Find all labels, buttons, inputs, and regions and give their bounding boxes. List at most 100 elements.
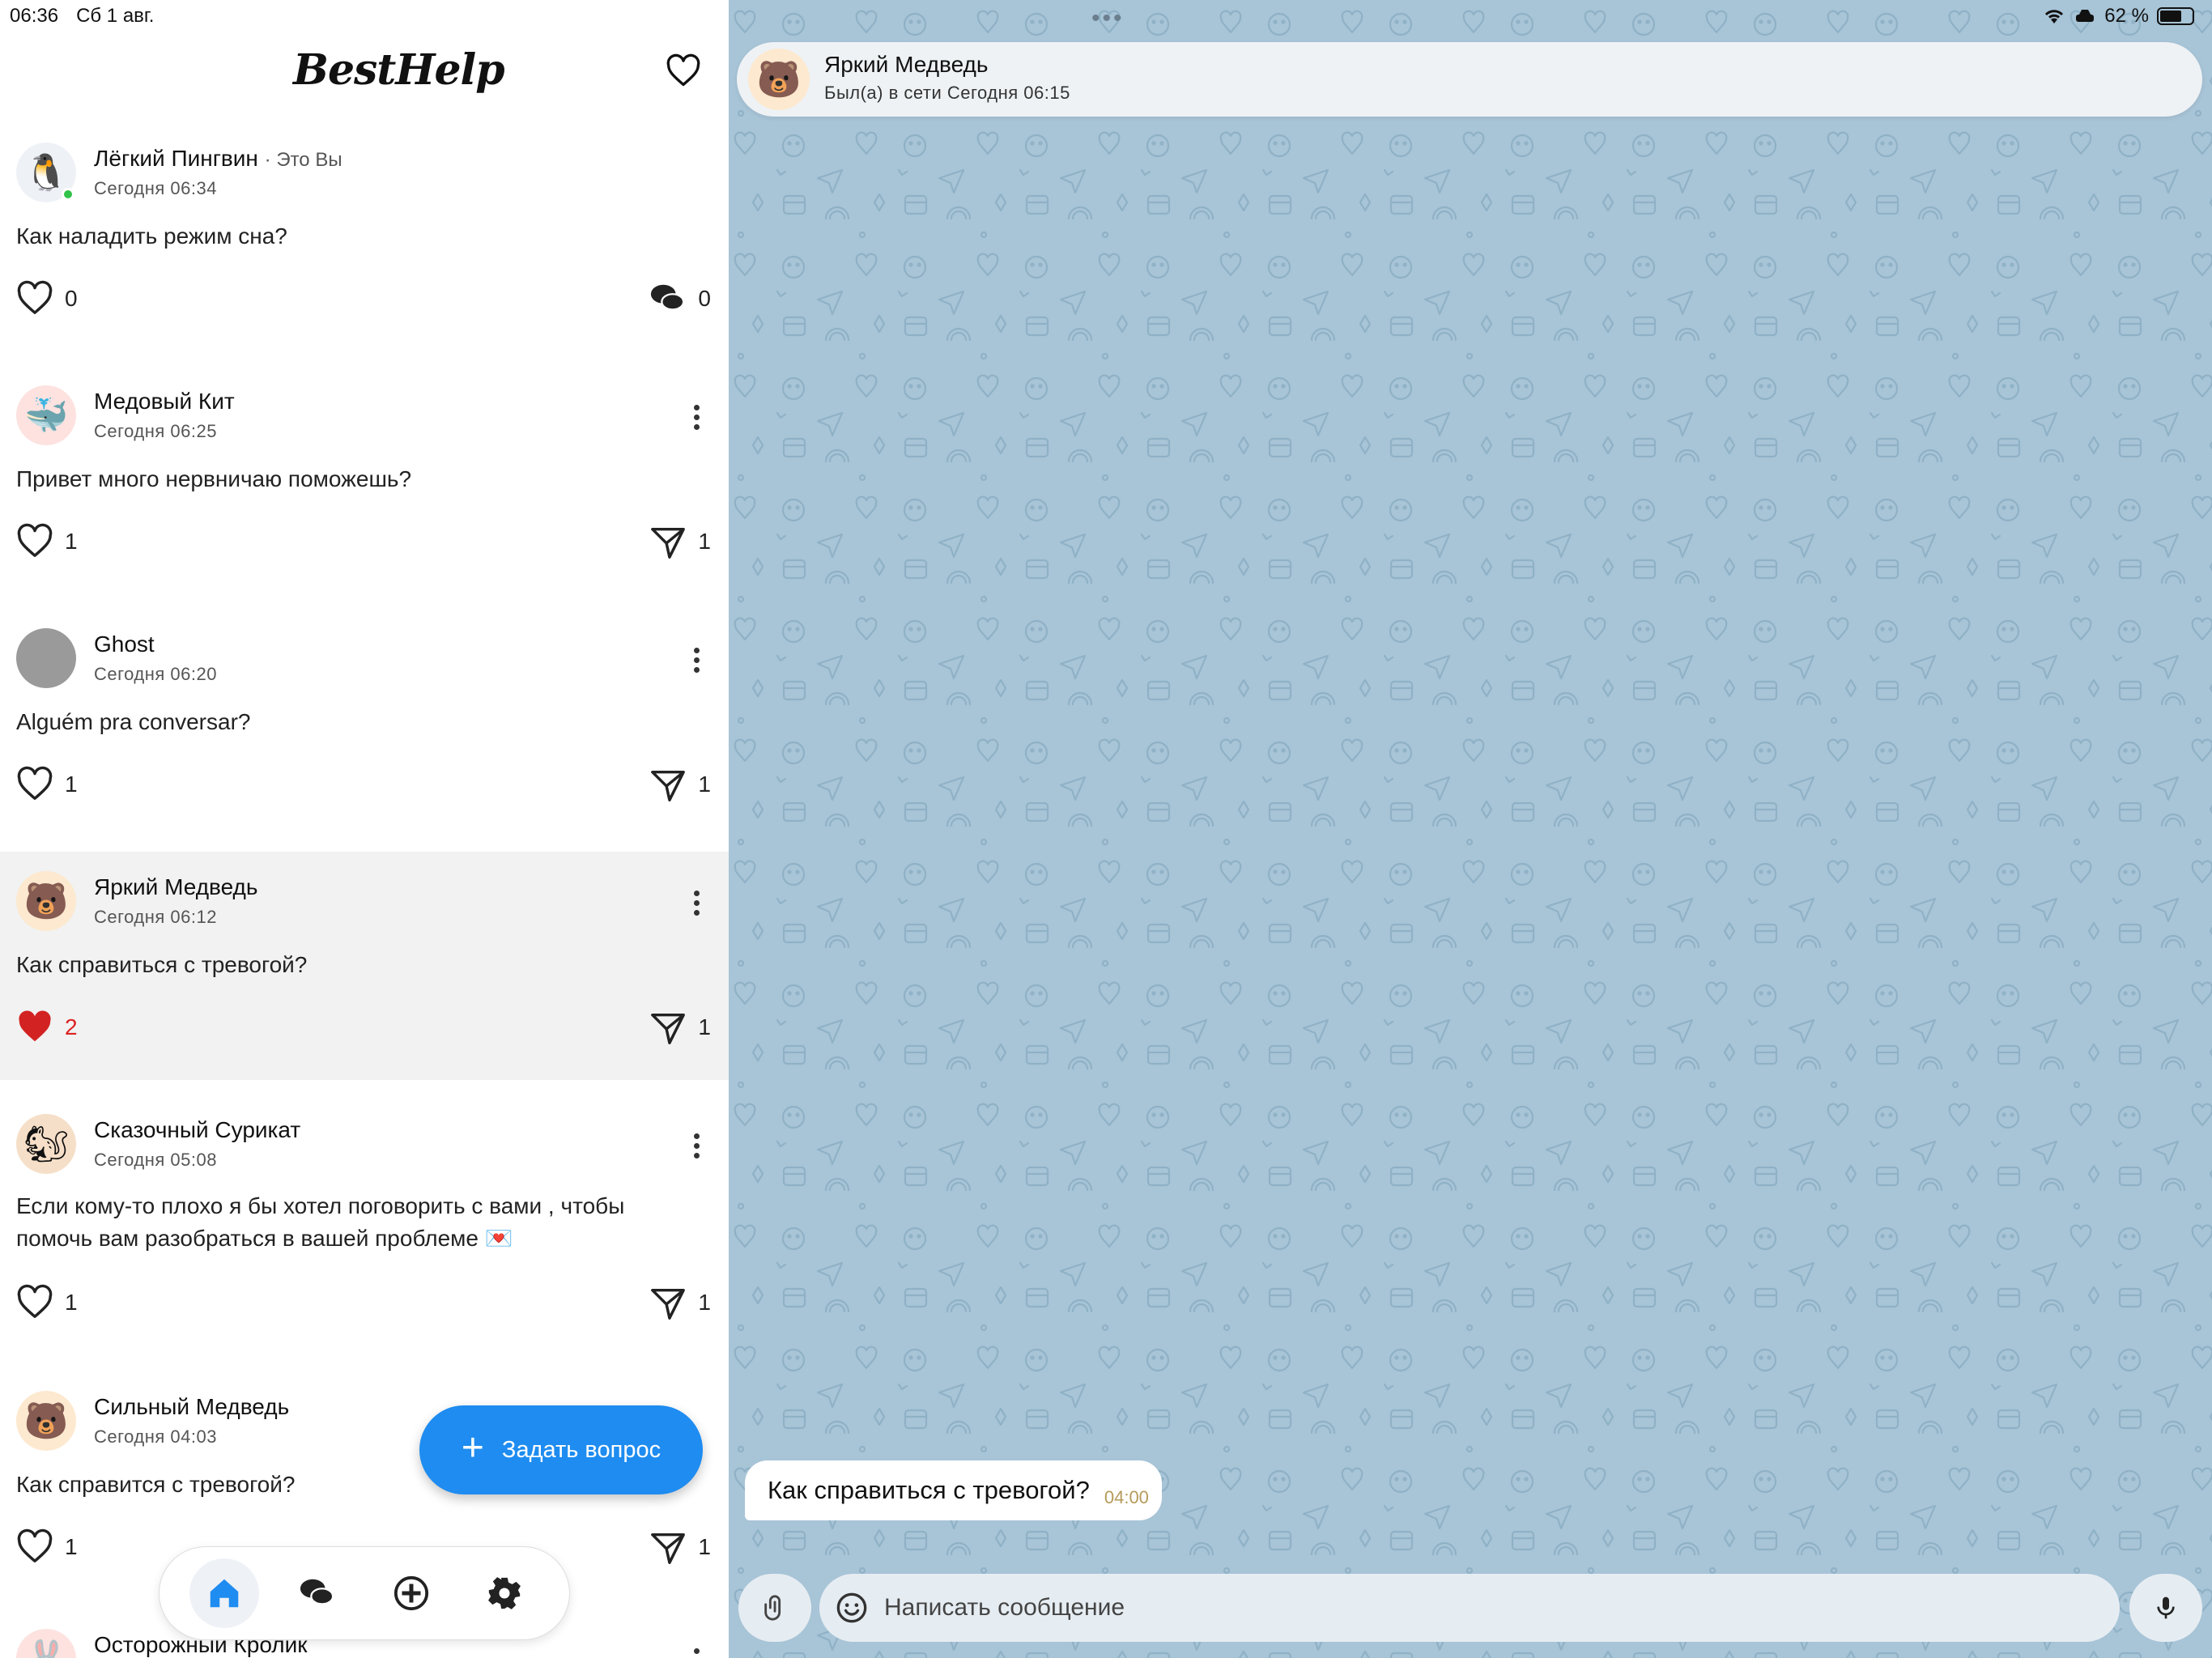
share-count: 1 bbox=[698, 772, 711, 797]
post-time: Сегодня 06:34 bbox=[94, 178, 217, 198]
emoji-icon[interactable] bbox=[836, 1592, 868, 1624]
gear-icon bbox=[488, 1577, 521, 1609]
app-logo: BestHelp bbox=[293, 45, 505, 95]
chat-avatar[interactable]: 🐻 bbox=[748, 49, 810, 110]
post-time: Сегодня 04:03 bbox=[94, 1426, 217, 1447]
paper-plane-icon bbox=[651, 1288, 686, 1320]
post-text: Как наладить режим сна? bbox=[16, 223, 287, 249]
post-text: Alguém pra conversar? bbox=[16, 709, 251, 734]
battery-percent: 62 % bbox=[2104, 5, 2149, 27]
favorites-heart-icon[interactable] bbox=[666, 53, 701, 89]
post-time: Сегодня 06:20 bbox=[94, 664, 217, 684]
more-menu-icon[interactable] bbox=[691, 405, 701, 430]
chat-header[interactable]: 🐻 Яркий Медведь Был(а) в сети Сегодня 06… bbox=[737, 42, 2202, 117]
like-count: 1 bbox=[65, 772, 78, 797]
avatar: 🐳 bbox=[16, 385, 76, 445]
paper-plane-icon bbox=[651, 1013, 686, 1044]
attach-button[interactable] bbox=[738, 1574, 811, 1642]
add-circle-icon bbox=[393, 1575, 428, 1611]
paperclip-icon bbox=[764, 1595, 781, 1621]
battery-icon bbox=[2157, 7, 2194, 25]
heart-icon bbox=[17, 1528, 53, 1562]
status-bar-right: 62 % bbox=[2043, 5, 2194, 28]
wifi-icon bbox=[2045, 10, 2064, 23]
post-text: Привет много нервничаю поможешь? bbox=[16, 466, 412, 491]
post-text: Если кому-то плохо я бы хотел поговорить… bbox=[16, 1193, 625, 1251]
avatar: 🐰 bbox=[16, 1629, 76, 1658]
like-count: 1 bbox=[65, 1534, 78, 1559]
paper-plane-icon bbox=[651, 527, 686, 559]
own-badge: · Это Вы bbox=[264, 149, 342, 171]
post-card[interactable]: 🐿 Сказочный Сурикат Сегодня 05:08 Если к… bbox=[0, 1093, 729, 1360]
chat-bubbles-icon bbox=[651, 284, 685, 311]
post-time: Сегодня 05:08 bbox=[94, 1150, 217, 1170]
like-button[interactable]: 2 bbox=[16, 1009, 78, 1046]
heart-icon bbox=[17, 766, 53, 800]
share-count: 1 bbox=[698, 1534, 711, 1559]
post-author: Яркий Медведь bbox=[94, 874, 258, 899]
send-reply-button[interactable]: 1 bbox=[649, 1009, 711, 1046]
chat-contact-status: Был(а) в сети Сегодня 06:15 bbox=[824, 83, 1070, 103]
message-bubble[interactable]: Как справиться с тревогой? 04:00 bbox=[745, 1460, 1162, 1520]
post-author: Сказочный Сурикат bbox=[94, 1117, 301, 1142]
post-author: Медовый Кит bbox=[94, 389, 235, 414]
replies-button[interactable]: 0 bbox=[649, 280, 711, 317]
like-count: 0 bbox=[65, 286, 78, 311]
message-field[interactable] bbox=[819, 1574, 2120, 1642]
post-author: Лёгкий Пингвин · Это Вы bbox=[94, 146, 342, 171]
post-text: Как справиться с тревогой? bbox=[16, 952, 308, 977]
voice-message-button[interactable] bbox=[2129, 1574, 2202, 1642]
post-card[interactable]: Ghost Сегодня 06:20 Alguém pra conversar… bbox=[0, 607, 729, 842]
nav-settings[interactable] bbox=[470, 1558, 539, 1628]
online-indicator bbox=[62, 188, 74, 201]
status-date: Сб 1 авг. bbox=[76, 5, 155, 27]
heart-icon bbox=[17, 523, 53, 557]
like-count: 1 bbox=[65, 1290, 78, 1315]
plus-icon: + bbox=[461, 1426, 484, 1469]
chat-wallpaper-pattern bbox=[729, 0, 2212, 1658]
like-button[interactable]: 1 bbox=[16, 1284, 78, 1321]
message-input[interactable] bbox=[884, 1594, 2099, 1622]
more-menu-icon[interactable] bbox=[691, 1133, 701, 1158]
like-button[interactable]: 1 bbox=[16, 1528, 78, 1566]
like-button[interactable]: 0 bbox=[16, 280, 78, 317]
send-reply-button[interactable]: 1 bbox=[649, 523, 711, 560]
avatar: 🐻 bbox=[16, 1391, 76, 1451]
more-menu-icon[interactable] bbox=[691, 648, 701, 673]
car-icon bbox=[2076, 10, 2095, 22]
ask-question-button[interactable]: + Задать вопрос bbox=[419, 1405, 703, 1494]
post-author: Ghost bbox=[94, 631, 155, 657]
more-menu-icon[interactable] bbox=[691, 891, 701, 916]
send-reply-button[interactable]: 1 bbox=[649, 1284, 711, 1321]
send-reply-button[interactable]: 1 bbox=[649, 1528, 711, 1566]
status-bar-left: 06:36 Сб 1 авг. bbox=[10, 5, 154, 28]
avatar bbox=[16, 628, 76, 688]
multitasking-dots-icon[interactable]: ••• bbox=[1091, 5, 1125, 32]
post-card-selected[interactable]: 🐻 Яркий Медведь Сегодня 06:12 Как справи… bbox=[0, 852, 729, 1080]
post-card[interactable]: 🐧 Лёгкий Пингвин · Это Вы Сегодня 06:34 … bbox=[0, 121, 729, 356]
nav-chats[interactable] bbox=[283, 1558, 352, 1628]
send-reply-button[interactable]: 1 bbox=[649, 766, 711, 803]
feed-panel: BestHelp 🐧 Лёгкий Пингвин · Это Вы Сегод… bbox=[0, 0, 729, 1658]
like-count: 2 bbox=[65, 1014, 78, 1039]
message-input-bar bbox=[737, 1574, 2202, 1642]
share-count: 1 bbox=[698, 1290, 711, 1315]
avatar: 🐿 bbox=[16, 1114, 76, 1174]
microphone-icon bbox=[2157, 1596, 2175, 1619]
chat-panel bbox=[729, 0, 2212, 1658]
like-button[interactable]: 1 bbox=[16, 766, 78, 803]
post-author: Сильный Медведь bbox=[94, 1394, 290, 1419]
like-button[interactable]: 1 bbox=[16, 523, 78, 560]
app-header: BestHelp bbox=[0, 32, 729, 121]
post-time: Сегодня 06:25 bbox=[94, 421, 217, 441]
reply-count: 0 bbox=[698, 286, 711, 311]
ask-question-label: Задать вопрос bbox=[501, 1436, 661, 1463]
chat-bubbles-icon bbox=[300, 1579, 334, 1605]
share-count: 1 bbox=[698, 1014, 711, 1039]
nav-create[interactable] bbox=[376, 1558, 446, 1628]
more-menu-icon[interactable] bbox=[691, 1648, 701, 1658]
heart-icon bbox=[17, 1284, 53, 1318]
post-card[interactable]: 🐳 Медовый Кит Сегодня 06:25 Привет много… bbox=[0, 364, 729, 599]
nav-home[interactable] bbox=[189, 1558, 259, 1628]
message-text: Как справиться с тревогой? bbox=[768, 1476, 1090, 1504]
